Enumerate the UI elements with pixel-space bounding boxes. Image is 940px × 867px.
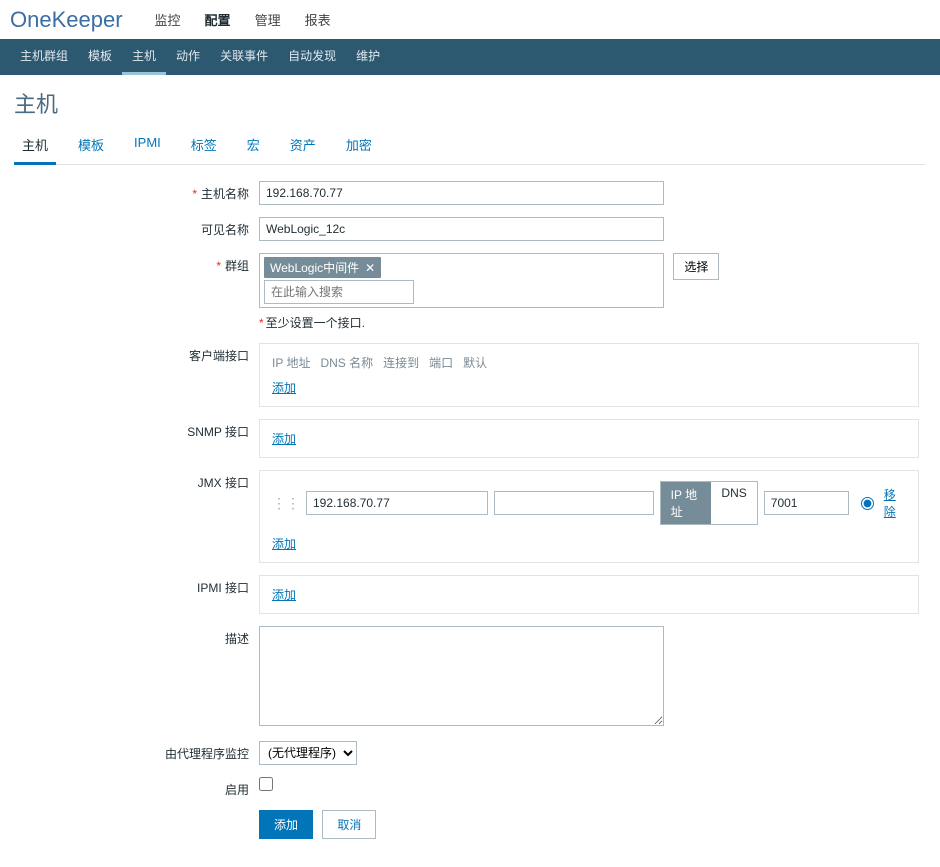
jmx-iface-panel: ⋮⋮ IP 地址 DNS 移除 添加 (259, 470, 919, 563)
label-jmx-iface: JMX 接口 (14, 470, 259, 491)
menu-config[interactable]: 配置 (193, 4, 243, 35)
subnav-event[interactable]: 关联事件 (210, 39, 278, 75)
menu-manage[interactable]: 管理 (243, 4, 293, 35)
group-tag: WebLogic中间件✕ (264, 257, 381, 278)
subnav-template[interactable]: 模板 (78, 39, 122, 75)
subnav-discovery[interactable]: 自动发现 (278, 39, 346, 75)
top-menu: 监控 配置 管理 报表 (143, 4, 343, 35)
proxy-select[interactable]: (无代理程序) (259, 741, 357, 765)
group-search-input[interactable] (264, 280, 414, 304)
label-enable: 启用 (14, 777, 259, 798)
ipmi-iface-add[interactable]: 添加 (272, 588, 296, 602)
label-client-iface: 客户端接口 (14, 343, 259, 364)
label-hostname: *主机名称 (14, 181, 259, 202)
client-iface-add[interactable]: 添加 (272, 381, 296, 395)
label-group: *群组 (14, 253, 259, 274)
sub-nav: 主机群组 模板 主机 动作 关联事件 自动发现 维护 (0, 39, 940, 75)
label-description: 描述 (14, 626, 259, 647)
drag-handle-icon[interactable]: ⋮⋮ (272, 495, 300, 512)
logo: OneKeeper (10, 7, 123, 33)
subnav-maintain[interactable]: 维护 (346, 39, 390, 75)
tab-macro[interactable]: 宏 (239, 127, 268, 164)
page-title: 主机 (0, 75, 940, 127)
snmp-iface-panel: 添加 (259, 419, 919, 458)
tab-template[interactable]: 模板 (70, 127, 112, 164)
label-snmp-iface: SNMP 接口 (14, 419, 259, 440)
tabs: 主机 模板 IPMI 标签 宏 资产 加密 (14, 127, 926, 165)
group-tagbox[interactable]: WebLogic中间件✕ (259, 253, 664, 308)
tab-tag[interactable]: 标签 (183, 127, 225, 164)
label-visiblename: 可见名称 (14, 217, 259, 238)
iface-header: IP 地址DNS 名称连接到端口默认 (272, 354, 906, 371)
ipmi-iface-panel: 添加 (259, 575, 919, 614)
description-textarea[interactable] (259, 626, 664, 726)
tab-host[interactable]: 主机 (14, 127, 56, 165)
label-proxy: 由代理程序监控 (14, 741, 259, 762)
jmx-remove-link[interactable]: 移除 (884, 486, 906, 520)
tab-asset[interactable]: 资产 (282, 127, 324, 164)
enable-checkbox[interactable] (259, 777, 273, 791)
hostname-input[interactable] (259, 181, 664, 205)
client-iface-panel: IP 地址DNS 名称连接到端口默认 添加 (259, 343, 919, 407)
menu-monitor[interactable]: 监控 (143, 4, 193, 35)
subnav-hostgroup[interactable]: 主机群组 (10, 39, 78, 75)
jmx-row: ⋮⋮ IP 地址 DNS 移除 (272, 481, 906, 525)
subnav-host[interactable]: 主机 (122, 39, 166, 75)
label-ipmi-iface: IPMI 接口 (14, 575, 259, 596)
toggle-ip[interactable]: IP 地址 (661, 482, 712, 524)
interface-warning: *至少设置一个接口. (259, 314, 919, 331)
tab-encrypt[interactable]: 加密 (338, 127, 380, 164)
jmx-default-radio[interactable] (861, 497, 874, 510)
snmp-iface-add[interactable]: 添加 (272, 432, 296, 446)
visiblename-input[interactable] (259, 217, 664, 241)
group-select-button[interactable]: 选择 (673, 253, 719, 280)
jmx-iface-add[interactable]: 添加 (272, 537, 296, 551)
jmx-ip-input[interactable] (306, 491, 488, 515)
subnav-action[interactable]: 动作 (166, 39, 210, 75)
jmx-port-input[interactable] (764, 491, 849, 515)
submit-button[interactable]: 添加 (259, 810, 313, 839)
connect-toggle: IP 地址 DNS (660, 481, 758, 525)
tab-ipmi[interactable]: IPMI (126, 127, 169, 164)
cancel-button[interactable]: 取消 (322, 810, 376, 839)
toggle-dns[interactable]: DNS (711, 482, 756, 524)
jmx-dns-input[interactable] (494, 491, 654, 515)
tag-remove-icon[interactable]: ✕ (365, 261, 375, 275)
menu-report[interactable]: 报表 (293, 4, 343, 35)
